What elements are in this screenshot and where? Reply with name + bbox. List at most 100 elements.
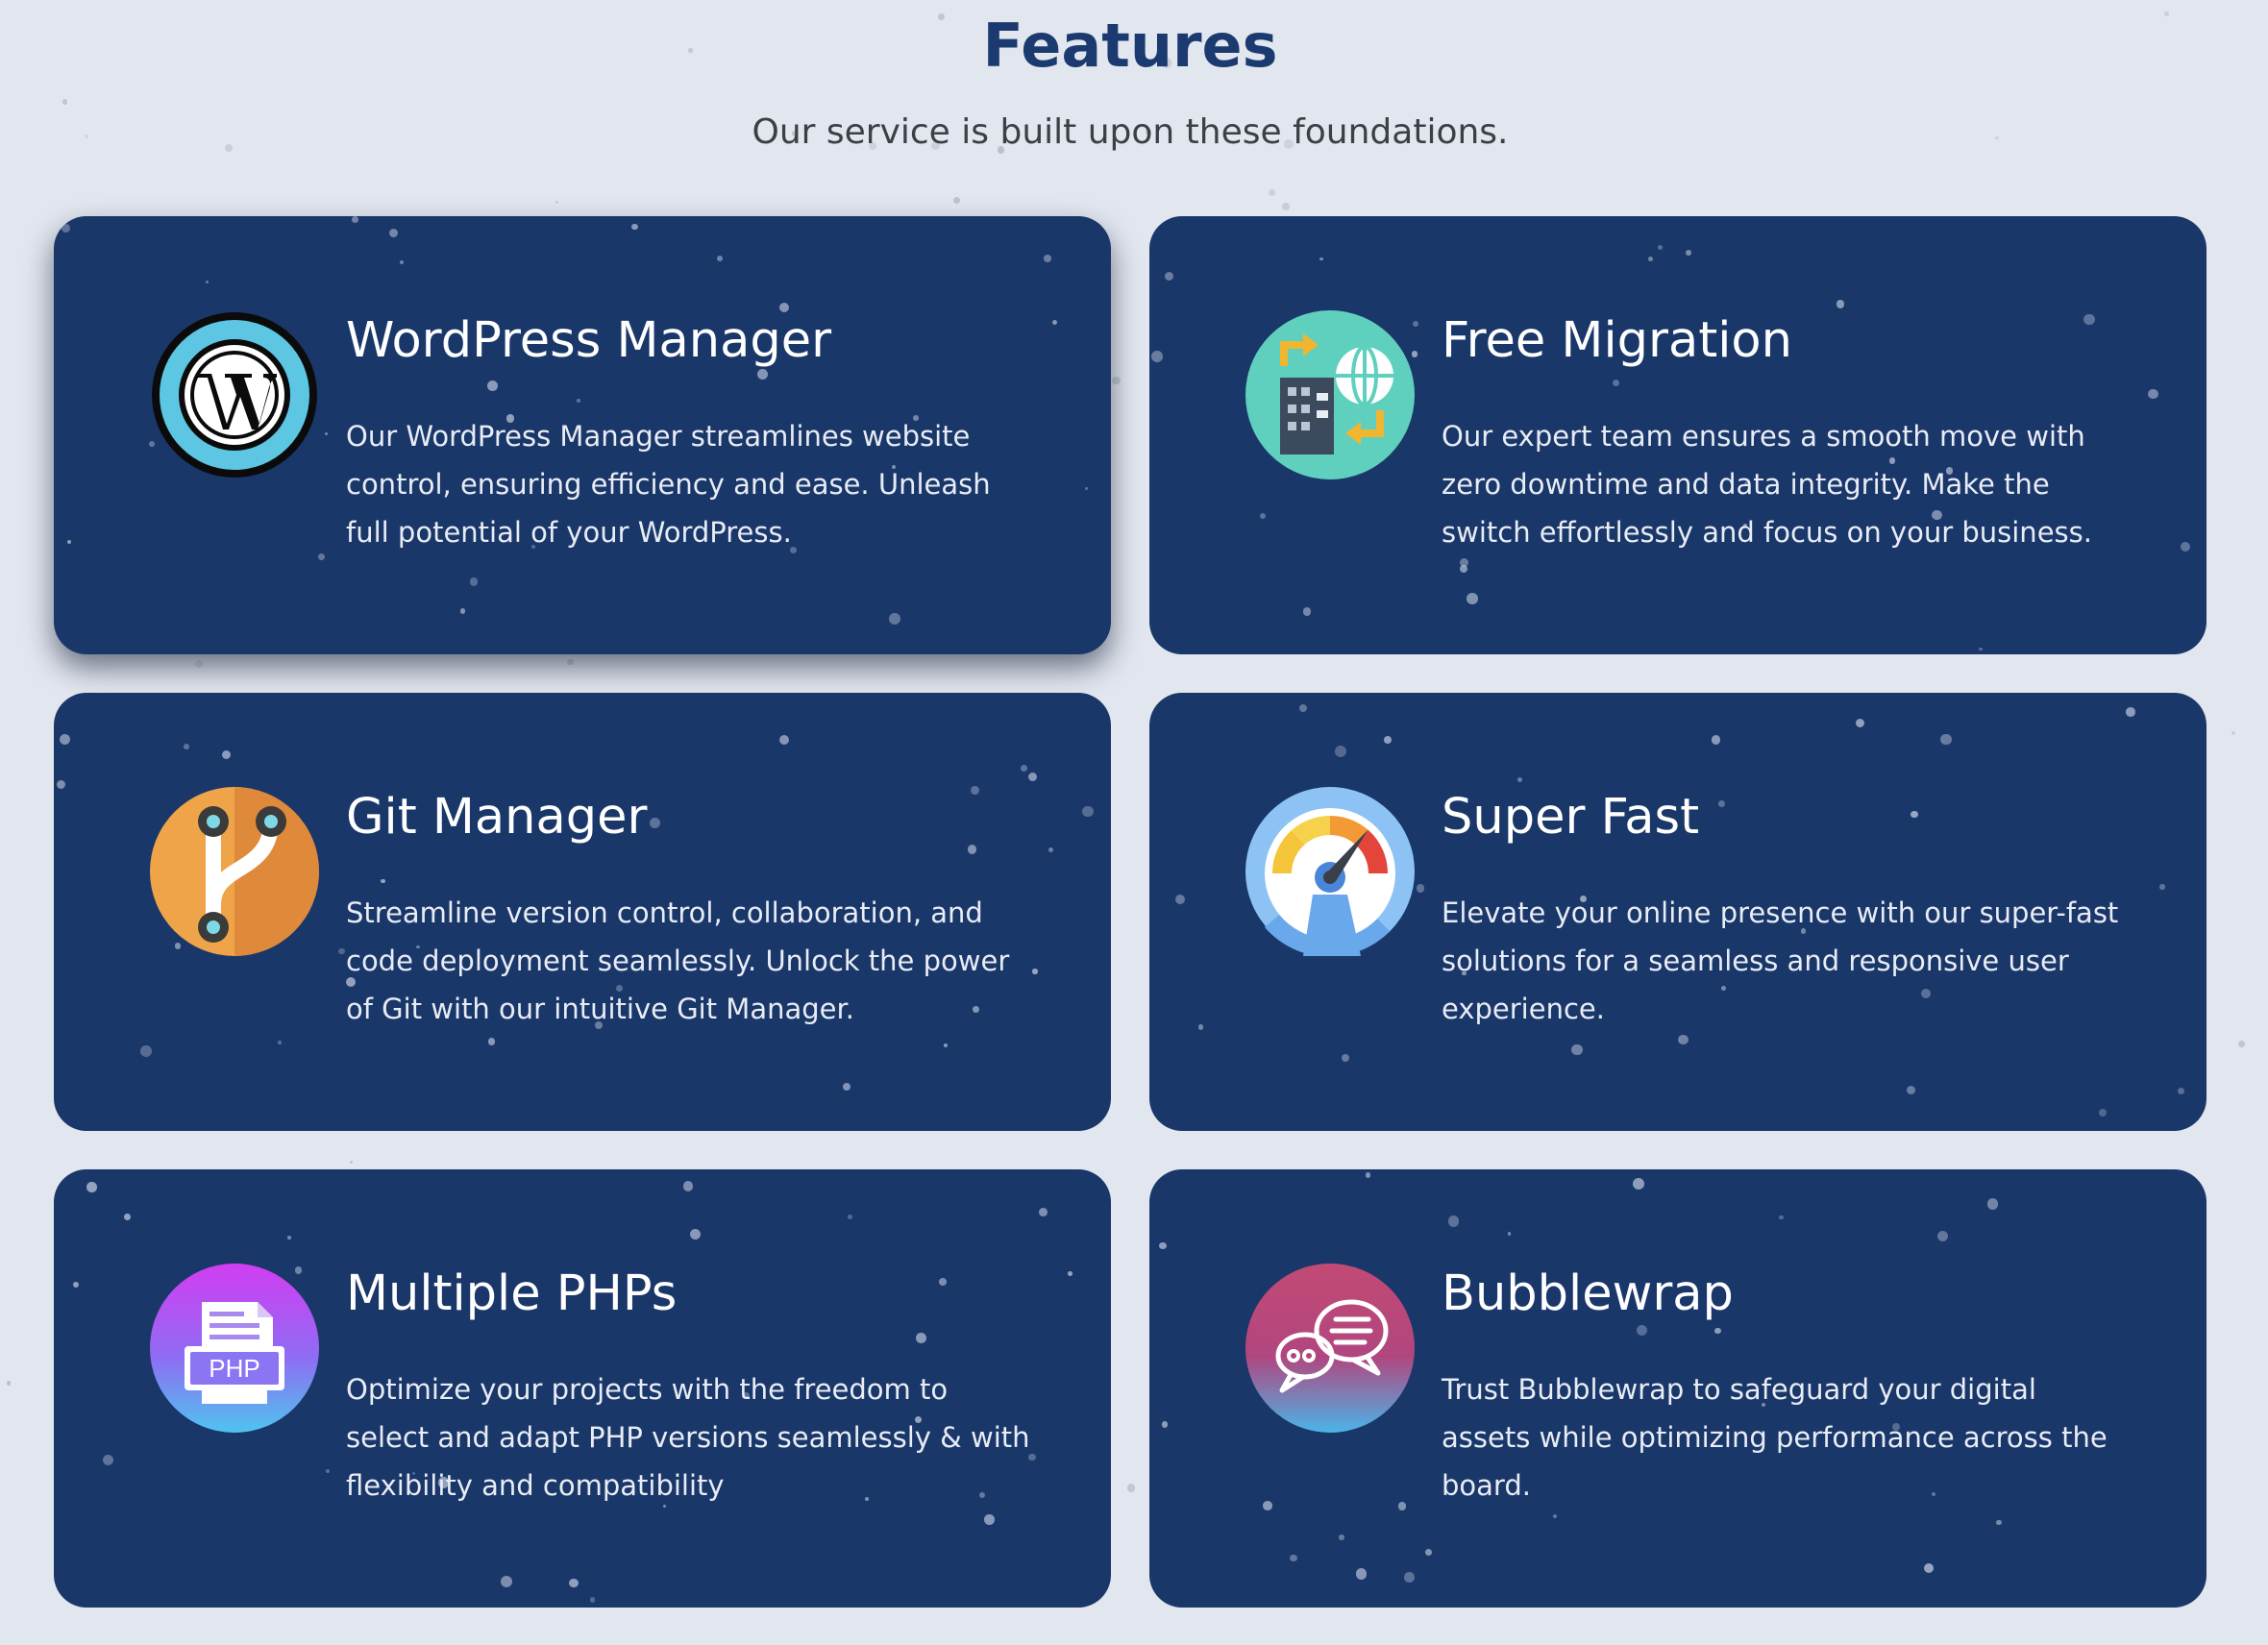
particle-dot [1467,593,1478,604]
particle-dot [1507,1232,1512,1236]
particle-dot [1290,1554,1297,1562]
particle-dot [1571,1044,1583,1056]
feature-description: Our expert team ensures a smooth move wi… [1442,420,2092,549]
feature-title: Git Manager [346,789,648,846]
particle-dot [1038,1208,1048,1216]
particle-dot [1996,1519,2002,1526]
particle-dot [1027,772,1037,781]
particle-dot [324,431,329,436]
particle-dot [1111,376,1121,385]
particle-dot [1259,513,1266,520]
particle-dot [952,197,961,205]
particle-dot [889,613,900,626]
particle-dot [459,607,466,614]
feature-title: Free Migration [1442,312,1792,369]
particle-dot [1711,735,1721,745]
particle-dot [1161,1420,1169,1428]
particle-dot [1940,733,1952,746]
particle-dot [1553,1513,1558,1518]
particle-dot [1657,244,1663,251]
particle-dot [1268,188,1275,196]
feature-description: Optimize your projects with the freedom … [346,1373,1030,1502]
particle-dot [1339,1535,1344,1540]
particle-dot [381,879,385,884]
particle-dot [1517,777,1523,783]
feature-card-bubblewrap[interactable]: Bubblewrap Trust Bubblewrap to safeguard… [1149,1169,2206,1608]
feature-card-git-manager[interactable]: Git Manager Streamline version control, … [54,693,1111,1131]
particle-dot [487,1038,496,1046]
particle-dot [1048,847,1053,852]
particle-dot [1836,299,1845,308]
particle-dot [62,99,68,106]
particle-dot [86,1182,97,1193]
feature-description: Elevate your online presence with our su… [1442,896,2119,1025]
speedometer-icon [1245,787,1415,956]
particle-dot [555,200,559,204]
particle-dot [939,1278,948,1286]
particle-dot [184,743,189,749]
page-subtitle: Our service is built upon these foundati… [752,112,1509,152]
features-page: Features Our service is built upon these… [0,0,2268,1645]
particle-dot [2148,388,2158,400]
particle-dot [1855,718,1865,728]
particle-dot [577,398,581,403]
particle-dot [317,552,325,560]
feature-description: Streamline version control, collaboratio… [346,896,1010,1025]
particle-dot [1911,810,1918,819]
particle-dot [72,1281,80,1288]
particle-dot [469,577,479,586]
particle-dot [66,540,72,545]
particle-dot [984,1514,995,1525]
particle-dot [140,1044,153,1057]
chat-bubbles-icon [1245,1264,1415,1433]
feature-title: Super Fast [1442,789,1700,846]
feature-card-super-fast[interactable]: Super Fast Elevate your online presence … [1149,693,2206,1131]
particle-dot [1416,884,1425,893]
particle-dot [2099,1108,2108,1117]
particle-dot [1082,805,1095,818]
particle-dot [2178,1087,2185,1095]
feature-card-free-migration[interactable]: Free Migration Our expert team ensures a… [1149,216,2206,654]
particle-dot [1365,1172,1371,1178]
particle-dot [1779,1215,1784,1220]
feature-description: Our WordPress Manager streamlines websit… [346,420,991,549]
particle-dot [352,216,358,223]
particle-dot [2180,541,2191,552]
particle-dot [1714,1327,1721,1335]
particle-dot [1447,1215,1460,1227]
feature-card-multiple-phps[interactable]: PHP Multiple PHPs Optimize your projects… [54,1169,1111,1608]
particle-dot [1355,1568,1367,1580]
particle-dot [1718,800,1726,807]
particle-dot [1923,1562,1935,1574]
particle-dot [1424,1548,1433,1557]
particle-dot [650,817,661,828]
particle-dot [689,1229,701,1240]
particle-dot [716,256,723,262]
particle-dot [1127,1484,1136,1492]
particle-dot [848,1215,853,1220]
particle-dot [1979,647,1983,651]
particle-dot [1051,320,1057,326]
particle-dot [915,1333,926,1343]
particle-dot [1678,1034,1689,1045]
particle-dot [2231,731,2236,736]
feature-card-wordpress-manager[interactable]: WordPress Manager Our WordPress Manager … [54,216,1111,654]
particle-dot [1986,1198,1999,1210]
particle-dot [205,280,210,284]
particle-dot [2199,222,2206,229]
particle-dot [630,223,638,231]
particle-dot [944,1043,949,1048]
particle-dot [2159,884,2165,890]
particle-dot [326,1468,331,1474]
particle-dot [682,1181,694,1191]
feature-title: Multiple PHPs [346,1265,678,1322]
particle-dot [338,947,345,955]
page-title: Features [982,11,1278,81]
particle-dot [103,1455,114,1466]
particle-dot [1636,1325,1647,1337]
particle-dot [1612,379,1619,386]
particle-dot [1085,487,1089,491]
particle-dot [1459,558,1468,568]
particle-dot [388,228,399,238]
feature-description: Trust Bubblewrap to safeguard your digit… [1442,1373,2108,1502]
